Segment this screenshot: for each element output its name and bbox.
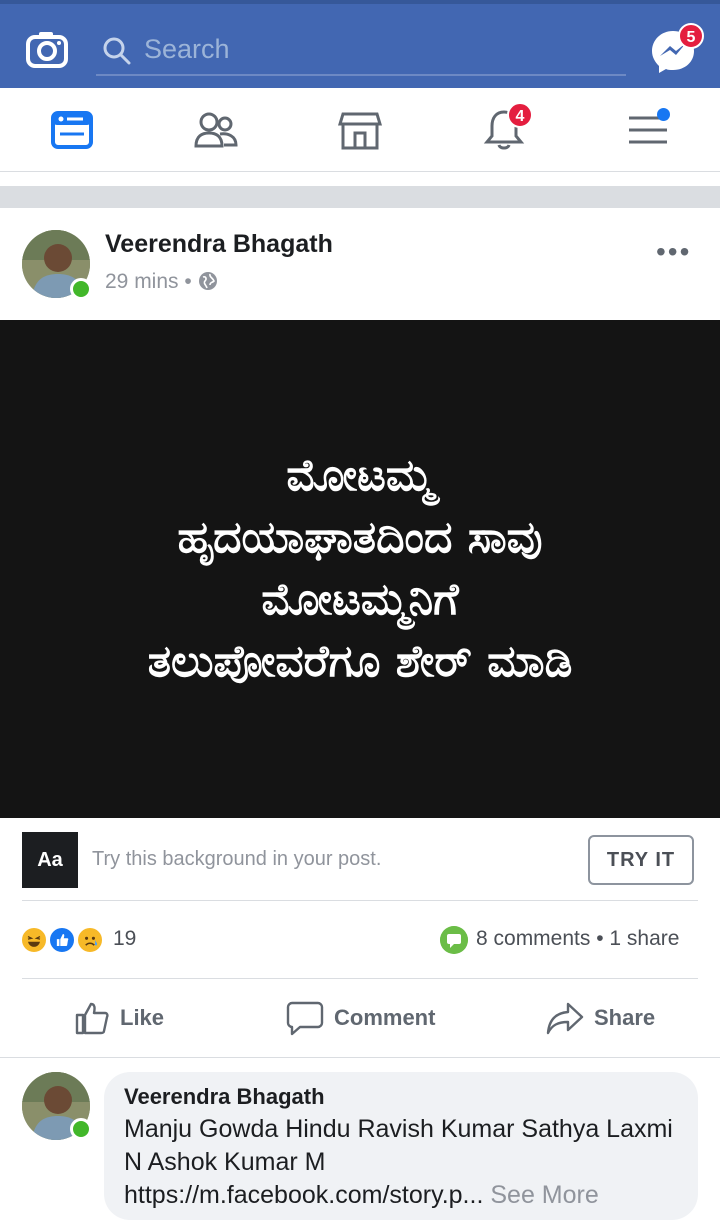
comment-icon	[286, 1001, 324, 1036]
news-feed-icon[interactable]	[50, 108, 94, 152]
aa-icon: Aa	[22, 832, 78, 888]
share-button[interactable]: Share	[546, 996, 655, 1040]
like-button[interactable]: Like	[74, 996, 164, 1040]
marketplace-icon[interactable]	[338, 108, 382, 152]
comments-shares-summary[interactable]: 8 comments • 1 share	[476, 927, 679, 951]
comment-author[interactable]: Veerendra Bhagath	[124, 1084, 325, 1110]
menu-dot-indicator	[657, 108, 670, 121]
divider	[22, 978, 698, 979]
search-icon	[103, 37, 131, 65]
try-it-button[interactable]: TRY IT	[588, 835, 694, 885]
post-content: ಮೋಟಮ್ಮ ಹೃದಯಾಘಾತದಿಂದ ಸಾವು ಮೋಟಮ್ಮನಿಗೆ ತಲುಪ…	[0, 320, 720, 818]
share-icon	[546, 1002, 584, 1035]
like-label: Like	[120, 1005, 165, 1030]
messenger-badge: 5	[678, 23, 704, 49]
post-author[interactable]: Veerendra Bhagath	[105, 230, 333, 259]
divider	[0, 1057, 720, 1058]
post-text-line: ಮೋಟಮ್ಮ	[286, 450, 434, 501]
reaction-count: 19	[113, 927, 137, 950]
see-more-link[interactable]: See More	[490, 1181, 598, 1209]
comments-count[interactable]: 8 comments	[476, 927, 590, 950]
divider	[22, 900, 698, 901]
shares-count[interactable]: • 1 share	[596, 927, 679, 950]
comment-count-icon	[440, 926, 468, 954]
tab-bar: 4	[0, 88, 720, 172]
post-text-line: ಮೋಟಮ್ಮನಿಗೆ	[261, 574, 459, 625]
meta-separator: •	[184, 270, 192, 293]
post-text: ಮೋಟಮ್ಮ ಹೃದಯಾಘಾತದಿಂದ ಸಾವು ಮೋಟಮ್ಮನಿಗೆ ತಲುಪ…	[30, 445, 690, 693]
sad-reaction-icon	[76, 926, 104, 954]
search-input[interactable]: Search	[96, 28, 626, 76]
haha-reaction-icon	[20, 926, 48, 954]
comment-button[interactable]: Comment	[286, 996, 435, 1040]
post-text-line: ತಲುಪೋವರೆಗೂ ಶೇರ್ ಮಾಡಿ	[147, 636, 573, 687]
post-text-line: ಹೃದಯಾಘಾತದಿಂದ ಸಾವು	[177, 512, 543, 563]
comment-label: Comment	[334, 1005, 436, 1030]
try-background-text: Try this background in your post.	[92, 848, 382, 870]
online-status-dot	[70, 278, 92, 300]
thumbs-up-icon	[75, 1002, 109, 1035]
post-meta: 29 mins •	[105, 270, 218, 294]
comment-text: Manju Gowda Hindu Ravish Kumar Sathya La…	[124, 1113, 684, 1212]
notifications-badge: 4	[507, 102, 533, 128]
top-bar: Search 5	[0, 0, 720, 88]
friends-icon[interactable]	[194, 108, 238, 152]
globe-icon	[198, 272, 217, 290]
online-status-dot	[70, 1118, 92, 1140]
like-reaction-icon	[48, 926, 76, 954]
more-options-icon[interactable]: •••	[656, 236, 691, 268]
feed-separator	[0, 186, 720, 208]
search-placeholder: Search	[144, 34, 230, 64]
camera-icon[interactable]	[26, 30, 68, 68]
share-label: Share	[594, 1005, 656, 1030]
post-time[interactable]: 29 mins	[105, 270, 179, 293]
